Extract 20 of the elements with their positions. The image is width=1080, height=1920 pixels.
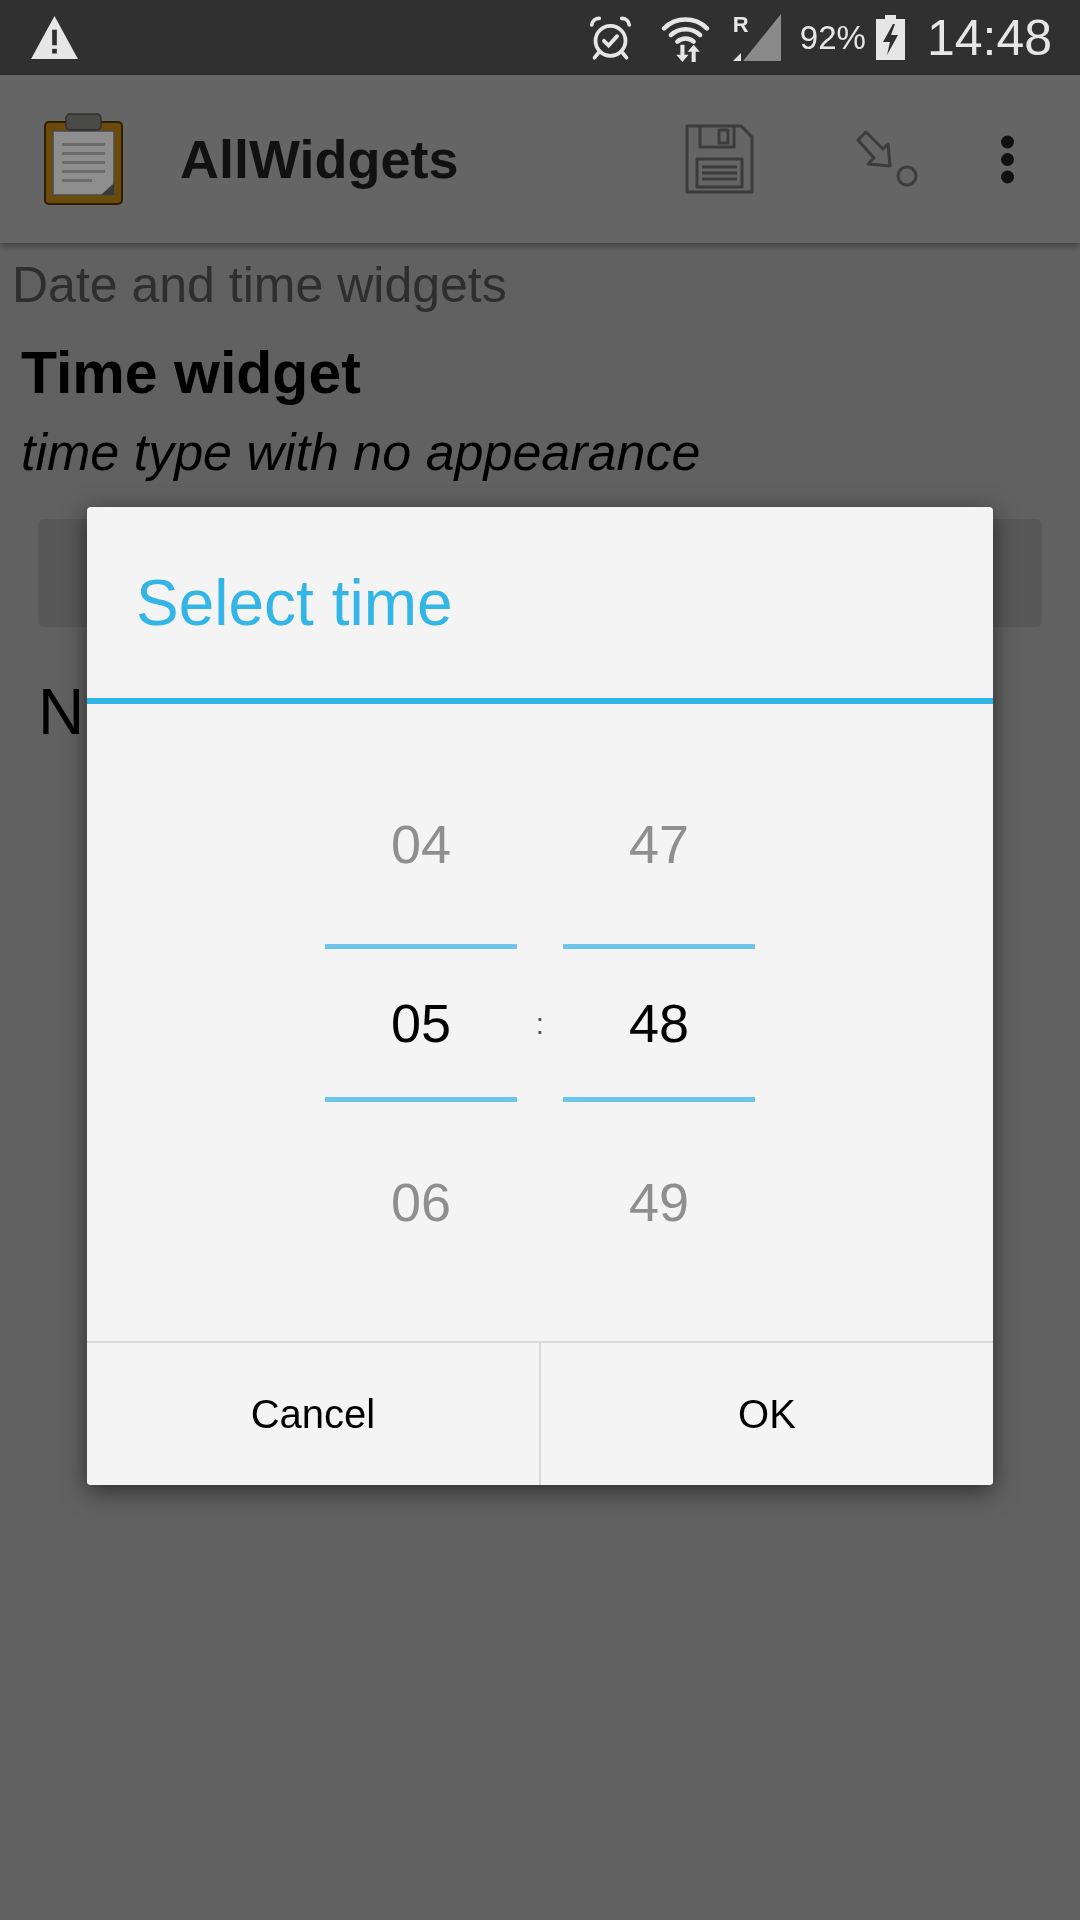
battery-percent: 92% (799, 21, 866, 54)
ok-button[interactable]: OK (539, 1343, 993, 1485)
picker-option[interactable]: 05 (390, 996, 452, 1050)
save-icon[interactable] (684, 123, 755, 195)
question-hint: time type with no appearance (21, 422, 701, 483)
cancel-button[interactable]: Cancel (87, 1343, 539, 1485)
picker-option[interactable]: 48 (628, 996, 690, 1050)
clipboard-icon (43, 112, 124, 206)
clock-time: 14:48 (926, 12, 1052, 63)
signal-icon (732, 14, 781, 61)
time-separator: : (535, 1008, 545, 1039)
arrow-icon[interactable] (856, 130, 919, 188)
menu-icon[interactable] (1000, 134, 1015, 184)
partial-text: N (38, 675, 85, 750)
warning-icon (31, 16, 78, 59)
dialog-title: Select time (136, 570, 453, 635)
signal-label: R (732, 14, 749, 36)
question-title: Time widget (21, 339, 361, 408)
alarm-icon (587, 14, 633, 61)
battery-icon (875, 15, 905, 60)
